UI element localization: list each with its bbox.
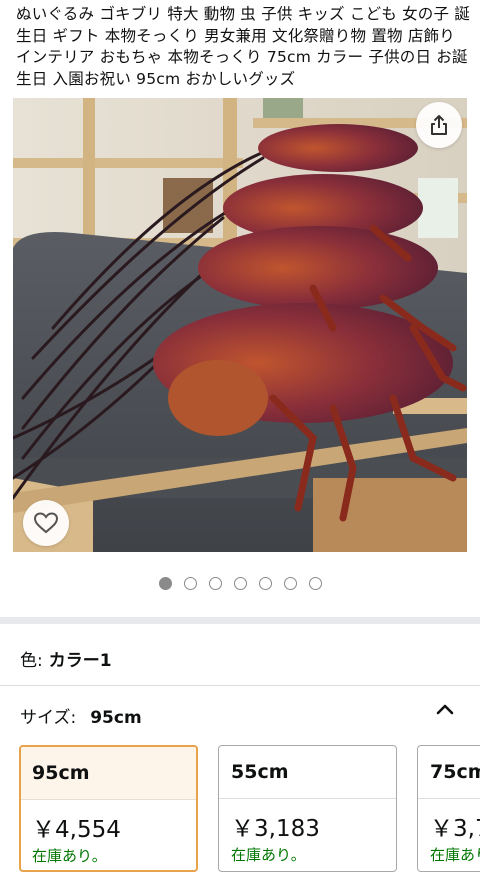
size-option-price: ￥4,554 — [21, 799, 196, 843]
size-option-card[interactable]: 75cm ￥3,7 在庫あり — [417, 745, 480, 872]
color-selector[interactable]: 色: カラー1 — [20, 646, 112, 671]
heart-icon — [33, 512, 59, 534]
size-selector[interactable]: サイズ: 95cm — [20, 703, 142, 728]
pagination-dot[interactable] — [258, 577, 272, 590]
size-option-size: 95cm — [21, 747, 196, 799]
size-label: サイズ: — [20, 708, 77, 728]
share-button[interactable] — [416, 102, 462, 148]
share-icon — [431, 115, 447, 135]
size-option-price: ￥3,183 — [219, 798, 396, 842]
size-option-card[interactable]: 55cm ￥3,183 在庫あり。 — [218, 745, 397, 872]
size-option-size: 55cm — [231, 761, 289, 783]
pagination-dot[interactable] — [183, 577, 197, 590]
size-options-carousel[interactable]: 95cm ￥4,554 在庫あり。 55cm ￥3,183 在庫あり。 75cm… — [19, 745, 480, 879]
pagination-dot[interactable] — [308, 577, 322, 590]
size-value: 95cm — [90, 708, 142, 728]
size-option-stock: 在庫あり。 — [231, 846, 306, 864]
size-option-stock: 在庫あり — [430, 846, 480, 864]
image-pagination — [0, 577, 480, 590]
cockroach-plush-photo — [13, 98, 467, 552]
section-divider — [0, 617, 480, 624]
color-value: カラー1 — [48, 651, 112, 671]
pagination-dot[interactable] — [283, 577, 297, 590]
size-option-card[interactable]: 95cm ￥4,554 在庫あり。 — [19, 745, 198, 872]
product-title: ぬいぐるみ ゴキブリ 特大 動物 虫 子供 キッズ こども 女の子 誕生日 ギフ… — [16, 5, 471, 88]
pagination-dot[interactable] — [233, 577, 247, 590]
favorite-button[interactable] — [23, 500, 69, 546]
size-option-price: ￥3,7 — [418, 798, 480, 842]
chevron-up-icon[interactable] — [434, 700, 456, 718]
product-image[interactable] — [13, 98, 467, 552]
pagination-dot[interactable] — [208, 577, 222, 590]
row-divider — [0, 685, 480, 686]
pagination-dot[interactable] — [158, 577, 172, 590]
color-label: 色: — [20, 651, 43, 671]
size-option-size: 75cm — [430, 761, 480, 783]
size-option-stock: 在庫あり。 — [32, 847, 107, 865]
